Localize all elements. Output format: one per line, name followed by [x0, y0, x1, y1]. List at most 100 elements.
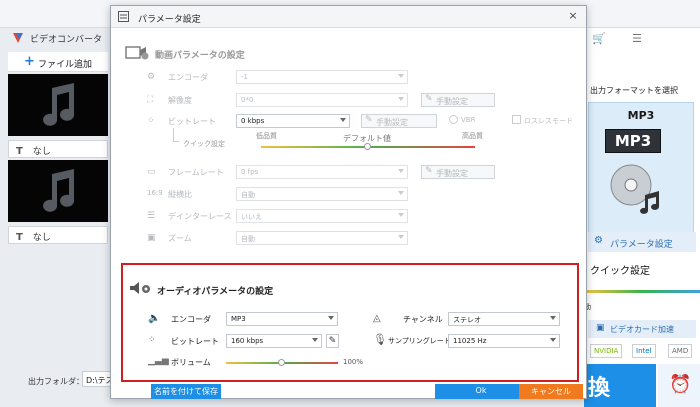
cancel-button[interactable]: キャンセル [519, 384, 583, 399]
cart-icon[interactable]: 🛒 [592, 32, 606, 45]
close-button[interactable]: × [566, 9, 580, 23]
gpu-acceleration-label: ビデオカード加速 [610, 325, 674, 334]
resolution-icon: ⛶ [147, 95, 154, 105]
quick-settings-label: クイック設定 [590, 266, 650, 277]
video-bitrate-select[interactable]: 0 kbps [236, 114, 350, 128]
text-icon: T [16, 232, 23, 243]
framerate-select[interactable]: 0 fps [236, 165, 408, 179]
video-bitrate-label: ビットレート [168, 117, 216, 126]
slider-ticks [584, 294, 700, 300]
channel-select[interactable]: ステレオ [448, 312, 560, 326]
select-format-label: 出力フォーマットを選択 [590, 86, 678, 95]
pencil-icon: ✎ [425, 166, 433, 176]
volume-label: ボリューム [171, 358, 211, 367]
lossless-checkbox[interactable] [512, 115, 521, 124]
add-file-label: ファイル追加 [38, 60, 93, 70]
audio-bitrate-icon: ⁘ [148, 335, 156, 345]
output-folder-label: 出力フォルダ： [28, 377, 84, 386]
file-rename-row[interactable]: T なし [8, 140, 108, 158]
tree-connector [173, 128, 179, 142]
volume-knob[interactable] [278, 359, 285, 366]
quality-low-label: 低品質 [256, 132, 277, 140]
video-encoder-select[interactable]: -1 [236, 70, 408, 84]
save-as-button[interactable]: 名前を付けて保存 [151, 384, 221, 399]
settings-sliders-icon: ⚙ [594, 235, 603, 246]
resolution-select[interactable]: 0*0 [236, 93, 408, 107]
intel-chip[interactable]: Intel [632, 344, 656, 358]
zoom-label: ズーム [168, 234, 192, 243]
music-note-icon [43, 83, 75, 126]
format-tile[interactable]: MP3 MP3 [588, 102, 694, 236]
resolution-label: 解像度 [168, 96, 192, 105]
bitrate-icon: ⁘ [147, 116, 155, 126]
deinterlace-select[interactable]: いいえ [236, 209, 408, 223]
format-label: MP3 [627, 109, 655, 122]
file-thumbnail[interactable] [8, 160, 108, 222]
framerate-manual-button[interactable]: ✎ 手動設定 [421, 165, 495, 179]
video-section-title: 動画パラメータの設定 [155, 51, 245, 61]
deinterlace-label: デインターレース [168, 212, 232, 221]
pencil-icon: ✎ [365, 115, 373, 125]
file-thumbnail[interactable] [8, 74, 108, 136]
channel-label: チャンネル [403, 315, 443, 324]
aspect-ratio-label: 縦横比 [168, 190, 192, 199]
pencil-icon: ✎ [425, 94, 433, 104]
video-quality-knob[interactable] [364, 143, 371, 150]
audio-bitrate-label: ビットレート [171, 337, 219, 346]
framerate-label: フレームレート [168, 168, 224, 177]
zoom-icon: ▣ [147, 233, 156, 243]
nvidia-chip[interactable]: NVIDIA [590, 344, 623, 358]
right-panel: 🛒 ☰ 出力フォーマットを選択 MP3 MP3 ⚙ パラメータ設定 クイック設定… [584, 28, 700, 407]
amd-chip[interactable]: AMD [668, 344, 693, 358]
audio-encoder-label: エンコーダ [171, 315, 211, 324]
bitrate-manual-button[interactable]: ✎ 手動設定 [361, 114, 437, 128]
zoom-select[interactable]: 自動 [236, 231, 408, 245]
menu-icon[interactable]: ☰ [632, 32, 642, 45]
ok-button[interactable]: Ok [435, 384, 527, 399]
framerate-icon: ▭ [147, 167, 156, 177]
quality-slider-track[interactable] [584, 290, 700, 293]
screen: ビデオコンバータ + ファイル追加 T なし T なし 出力フォルダ： D:\テ… [0, 0, 700, 407]
parameter-settings-button[interactable]: ⚙ パラメータ設定 [588, 232, 696, 252]
dialog-titlebar: パラメータ設定 × [111, 6, 586, 28]
dialog-title: パラメータ設定 [138, 15, 201, 25]
volume-icon: ▁▃▅ [148, 356, 169, 366]
audio-encoder-select[interactable]: MP3 [226, 312, 338, 326]
video-encoder-label: エンコーダ [168, 73, 208, 82]
pencil-edit-button[interactable]: ✎ [326, 334, 339, 348]
aspect-ratio-select[interactable]: 自動 [236, 187, 408, 201]
cd-disc-icon [610, 164, 659, 214]
file-rename-row[interactable]: T なし [8, 226, 108, 244]
file-rename-value: なし [32, 233, 51, 243]
quick-settings-label: クイック設定 [183, 140, 225, 148]
lossless-label: ロスレスモード [524, 117, 573, 125]
alarm-button[interactable]: ⏰ [658, 364, 700, 407]
audio-settings-panel: オーディオパラメータの設定 🔈 エンコーダ MP3 ◬ チャンネル ステレオ ⁘… [121, 263, 579, 382]
file-rename-value: なし [32, 147, 51, 157]
sample-rate-select[interactable]: 11025 Hz [448, 334, 560, 348]
app-title: ビデオコンバータ [30, 35, 103, 45]
app-logo-icon [13, 33, 23, 43]
quality-high-label: 高品質 [462, 132, 483, 140]
encoder-icon: ⚙ [147, 72, 156, 82]
music-note-icon [43, 169, 75, 212]
audio-section-title: オーディオパラメータの設定 [157, 287, 274, 297]
alarm-clock-icon: ⏰ [669, 374, 692, 395]
text-icon: T [16, 146, 23, 157]
gpu-icon: ▣ [596, 323, 605, 333]
volume-value: 100% [343, 358, 364, 366]
plus-icon: + [24, 54, 35, 69]
audio-bitrate-select[interactable]: 160 kbps [226, 334, 322, 348]
mp3-badge: MP3 [605, 129, 661, 153]
parameter-settings-label: パラメータ設定 [610, 240, 673, 250]
output-folder-field[interactable]: D:\テスト [82, 371, 112, 387]
settings-icon [118, 11, 129, 22]
convert-button[interactable]: 換 [584, 364, 656, 407]
vbr-radio[interactable] [449, 115, 458, 124]
gpu-acceleration-header: ▣ ビデオカード加速 [588, 320, 696, 338]
deinterlace-icon: ☰ [147, 211, 156, 221]
parameter-dialog: パラメータ設定 × 動画パラメータの設定 ⚙ エンコーダ -1 ⛶ 解像度 0*… [110, 5, 587, 399]
add-file-button[interactable]: + ファイル追加 [8, 52, 108, 72]
audio-settings-icon [130, 282, 150, 294]
resolution-manual-button[interactable]: ✎ 手動設定 [421, 93, 495, 107]
